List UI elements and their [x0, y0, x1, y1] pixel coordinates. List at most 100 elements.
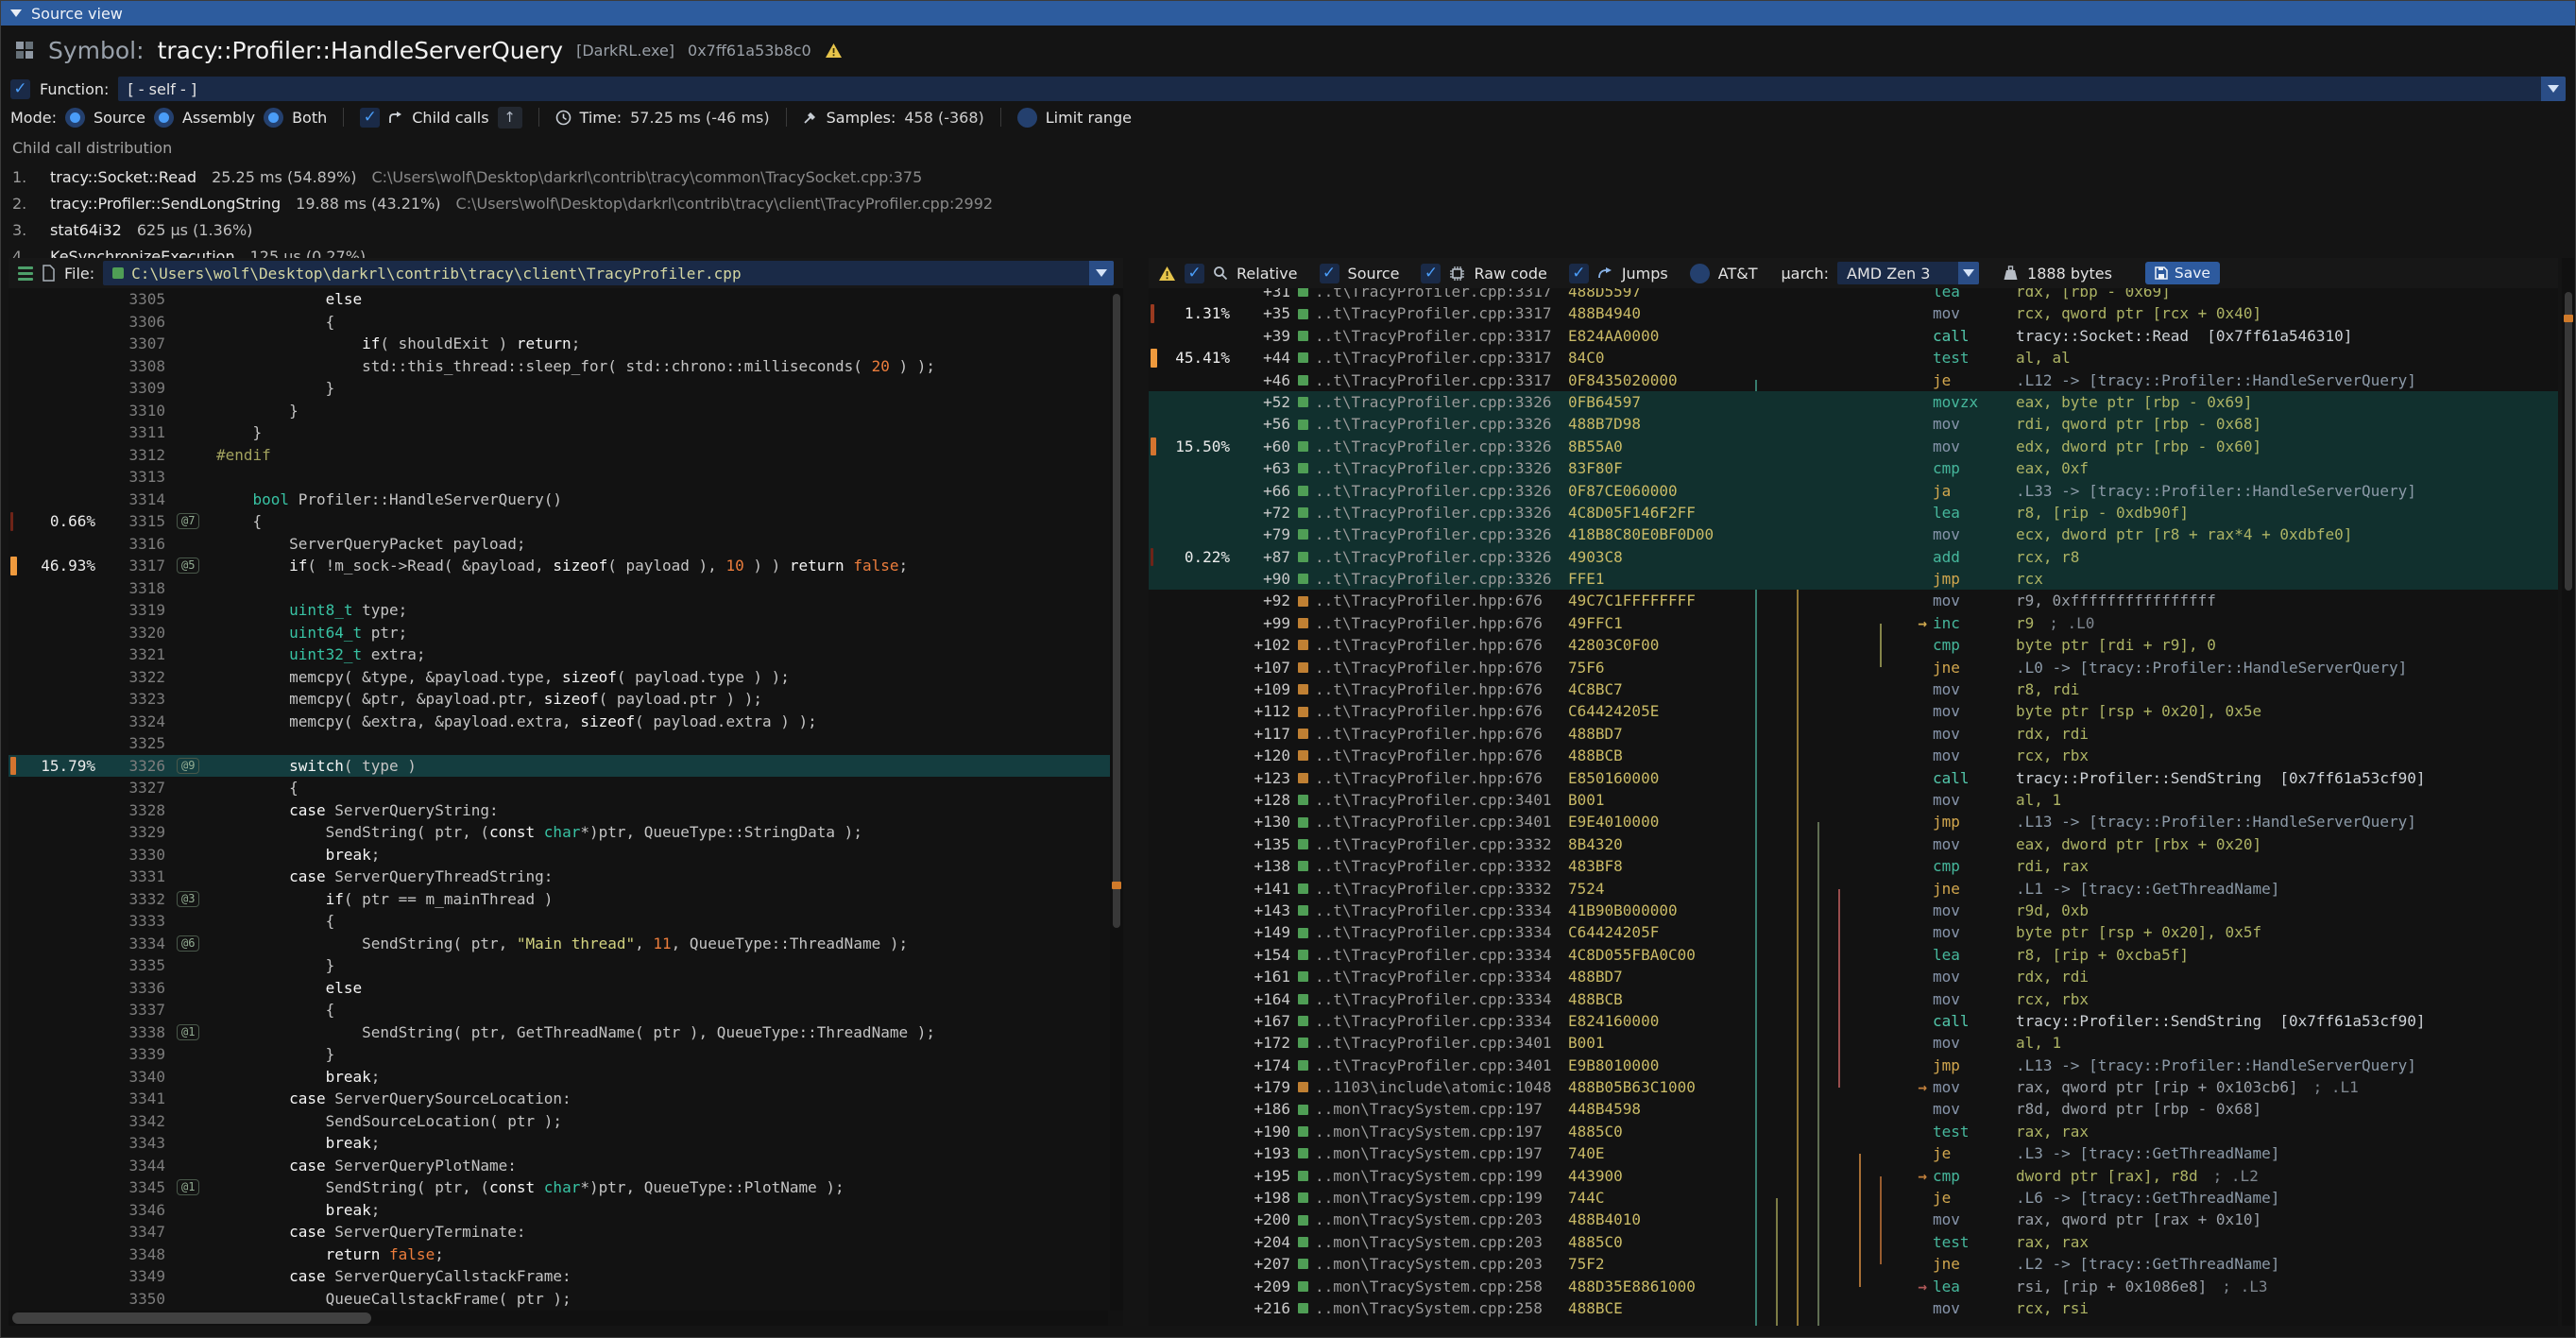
source-line[interactable]: 3318 [9, 577, 1123, 600]
asm-instruction-row[interactable]: +167..t\TracyProfiler.cpp:3334E824160000… [1149, 1010, 2558, 1032]
asm-instruction-row[interactable]: +135..t\TracyProfiler.cpp:33328B4320move… [1149, 833, 2558, 855]
asm-instruction-row[interactable]: +174..t\TracyProfiler.cpp:3401E9B8010000… [1149, 1055, 2558, 1076]
source-line[interactable]: 3330 break; [9, 844, 1123, 866]
asm-instruction-row[interactable]: +164..t\TracyProfiler.cpp:3334488BCBmovr… [1149, 988, 2558, 1010]
scrollbar-thumb[interactable] [1113, 294, 1120, 928]
child-calls-checkbox[interactable]: ✓ [360, 108, 380, 128]
source-line[interactable]: 3316 ServerQueryPacket payload; [9, 533, 1123, 556]
asm-instruction-row[interactable]: +143..t\TracyProfiler.cpp:333441B90B0000… [1149, 900, 2558, 921]
asm-instruction-row[interactable]: +179..1103\include\atomic:1048488B05B63C… [1149, 1076, 2558, 1098]
save-button[interactable]: Save [2145, 262, 2220, 284]
mode-radio-assembly[interactable] [154, 108, 174, 128]
scrollbar-thumb[interactable] [2565, 292, 2572, 591]
asm-instruction-row[interactable]: +172..t\TracyProfiler.cpp:3401B001moval,… [1149, 1032, 2558, 1054]
file-list-icon[interactable] [18, 266, 33, 281]
asm-instruction-row[interactable]: +120..t\TracyProfiler.hpp:676488BCBmovrc… [1149, 745, 2558, 766]
source-vertical-scrollbar[interactable] [1110, 288, 1123, 1311]
source-line[interactable]: 3333 { [9, 910, 1123, 933]
raw-code-label[interactable]: Raw code [1474, 265, 1546, 283]
asm-instruction-row[interactable]: 45.41%+44..t\TracyProfiler.cpp:331784C0t… [1149, 347, 2558, 369]
file-combo[interactable]: C:\Users\wolf\Desktop\darkrl\contrib\tra… [103, 261, 1114, 285]
asm-instruction-row[interactable]: +66..t\TracyProfiler.cpp:33260F87CE06000… [1149, 480, 2558, 502]
source-line[interactable]: 15.79%3326@9 switch( type ) [9, 755, 1123, 778]
mode-option-both-label[interactable]: Both [292, 109, 327, 127]
source-line[interactable]: 3345@1 SendString( ptr, (const char*)ptr… [9, 1176, 1123, 1199]
source-line[interactable]: 3305 else [9, 288, 1123, 311]
source-checkbox[interactable]: ✓ [1320, 264, 1339, 283]
child-call-item[interactable]: 4.KeSynchronizeExecution125 μs (0.27%) [12, 243, 2564, 258]
asm-instruction-row[interactable]: +117..t\TracyProfiler.hpp:676488BD7movrd… [1149, 723, 2558, 745]
asm-instruction-row[interactable]: +216..mon\TracySystem.cpp:258488BCEmovrc… [1149, 1297, 2558, 1319]
asm-instruction-row[interactable]: 1.31%+35..t\TracyProfiler.cpp:3317488B49… [1149, 302, 2558, 324]
source-line[interactable]: 3341 case ServerQuerySourceLocation: [9, 1088, 1123, 1110]
asm-instruction-row[interactable]: 0.22%+87..t\TracyProfiler.cpp:33264903C8… [1149, 546, 2558, 568]
source-line[interactable]: 3328 case ServerQueryString: [9, 799, 1123, 822]
collapse-arrow-icon[interactable] [10, 9, 22, 17]
asm-instruction-row[interactable]: +39..t\TracyProfiler.cpp:3317E824AA0000c… [1149, 325, 2558, 347]
source-line[interactable]: 46.93%3317@5 if( !m_sock->Read( &payload… [9, 555, 1123, 577]
source-line[interactable]: 3340 break; [9, 1066, 1123, 1089]
source-line[interactable]: 3308 std::this_thread::sleep_for( std::c… [9, 355, 1123, 378]
function-checkbox[interactable]: ✓ [10, 79, 30, 99]
source-line[interactable]: 3342 SendSourceLocation( ptr ); [9, 1110, 1123, 1133]
asm-instruction-row[interactable]: +198..mon\TracySystem.cpp:199744Cje.L6 -… [1149, 1187, 2558, 1209]
uarch-combo[interactable]: AMD Zen 3 [1837, 262, 1979, 284]
asm-instruction-row[interactable]: +99..t\TracyProfiler.hpp:67649FFC1→incr9… [1149, 612, 2558, 634]
mode-radio-source[interactable] [65, 108, 85, 128]
source-line[interactable]: 3331 case ServerQueryThreadString: [9, 866, 1123, 888]
asm-instruction-row[interactable]: +79..t\TracyProfiler.cpp:3326418B8C80E0B… [1149, 523, 2558, 545]
asm-instruction-row[interactable]: +128..t\TracyProfiler.cpp:3401B001moval,… [1149, 789, 2558, 811]
asm-instruction-row[interactable]: +200..mon\TracySystem.cpp:203488B4010mov… [1149, 1209, 2558, 1230]
source-line[interactable]: 3324 memcpy( &extra, &payload.extra, siz… [9, 711, 1123, 733]
source-line[interactable]: 3334@6 SendString( ptr, "Main thread", 1… [9, 933, 1123, 955]
asm-instruction-row[interactable]: +90..t\TracyProfiler.cpp:3326FFE1jmprcx [1149, 568, 2558, 590]
source-line[interactable]: 3336 else [9, 977, 1123, 1000]
asm-instruction-row[interactable]: +92..t\TracyProfiler.hpp:67649C7C1FFFFFF… [1149, 590, 2558, 611]
source-line[interactable]: 3312#endif [9, 444, 1123, 467]
asm-instruction-row[interactable]: +130..t\TracyProfiler.cpp:3401E9E4010000… [1149, 811, 2558, 832]
asm-instruction-row[interactable]: +63..t\TracyProfiler.cpp:332683F80Fcmpea… [1149, 457, 2558, 479]
relative-label[interactable]: Relative [1237, 265, 1298, 283]
child-call-item[interactable]: 1.tracy::Socket::Read25.25 ms (54.89%)C:… [12, 163, 2564, 190]
source-line[interactable]: 3314 bool Profiler::HandleServerQuery() [9, 489, 1123, 511]
asm-instruction-row[interactable]: +109..t\TracyProfiler.hpp:6764C8BC7movr8… [1149, 678, 2558, 700]
source-line[interactable]: 3349 case ServerQueryCallstackFrame: [9, 1265, 1123, 1288]
asm-instruction-row[interactable]: 15.50%+60..t\TracyProfiler.cpp:33268B55A… [1149, 436, 2558, 457]
source-line[interactable]: 3311 } [9, 421, 1123, 444]
chevron-down-icon[interactable] [2541, 77, 2566, 101]
relative-checkbox[interactable]: ✓ [1185, 264, 1204, 283]
asm-instruction-row[interactable]: +207..mon\TracySystem.cpp:20375F2jne.L2 … [1149, 1253, 2558, 1275]
asm-instruction-row[interactable]: +138..t\TracyProfiler.cpp:3332483BF8cmpr… [1149, 855, 2558, 877]
asm-instruction-row[interactable]: +102..t\TracyProfiler.hpp:67642803C0F00c… [1149, 634, 2558, 656]
limit-range-checkbox[interactable] [1017, 108, 1037, 128]
source-line[interactable]: 3325 [9, 732, 1123, 755]
source-line[interactable]: 3350 QueueCallstackFrame( ptr ); [9, 1288, 1123, 1311]
source-line[interactable]: 3329 SendString( ptr, (const char*)ptr, … [9, 821, 1123, 844]
asm-instruction-row[interactable]: +141..t\TracyProfiler.cpp:33327524jne.L1… [1149, 878, 2558, 900]
chevron-down-icon[interactable] [1089, 261, 1114, 285]
mode-option-assembly-label[interactable]: Assembly [182, 109, 255, 127]
asm-instruction-row[interactable]: +149..t\TracyProfiler.cpp:3334C64424205F… [1149, 921, 2558, 943]
source-line[interactable]: 3320 uint64_t ptr; [9, 622, 1123, 644]
limit-range-label[interactable]: Limit range [1046, 109, 1132, 127]
child-call-item[interactable]: 2.tracy::Profiler::SendLongString19.88 m… [12, 190, 2564, 216]
asm-instruction-row[interactable]: +52..t\TracyProfiler.cpp:33260FB64597mov… [1149, 391, 2558, 413]
source-line[interactable]: 3319 uint8_t type; [9, 599, 1123, 622]
asm-instruction-row[interactable]: +154..t\TracyProfiler.cpp:33344C8D055FBA… [1149, 944, 2558, 966]
asm-instruction-row[interactable]: +204..mon\TracySystem.cpp:2034885C0testr… [1149, 1231, 2558, 1253]
source-line[interactable]: 3348 return false; [9, 1244, 1123, 1266]
asm-instruction-row[interactable]: +123..t\TracyProfiler.hpp:676E850160000c… [1149, 767, 2558, 789]
source-line[interactable]: 3346 break; [9, 1199, 1123, 1222]
mode-option-source-label[interactable]: Source [94, 109, 145, 127]
source-line[interactable]: 3343 break; [9, 1132, 1123, 1155]
source-line[interactable]: 3309 } [9, 377, 1123, 400]
source-line[interactable]: 0.66%3315@7 { [9, 510, 1123, 533]
source-line[interactable]: 3337 { [9, 999, 1123, 1021]
asm-instruction-row[interactable]: +193..mon\TracySystem.cpp:197740Eje.L3 -… [1149, 1142, 2558, 1164]
source-line[interactable]: 3339 } [9, 1043, 1123, 1066]
source-toggle-label[interactable]: Source [1348, 265, 1400, 283]
function-combo[interactable]: [ - self - ] [118, 77, 2566, 101]
asm-instruction-row[interactable]: +195..mon\TracySystem.cpp:199443900→cmpd… [1149, 1165, 2558, 1187]
asm-instruction-row[interactable]: +107..t\TracyProfiler.hpp:67675F6jne.L0 … [1149, 657, 2558, 678]
asm-instruction-row[interactable]: +72..t\TracyProfiler.cpp:33264C8D05F146F… [1149, 502, 2558, 523]
